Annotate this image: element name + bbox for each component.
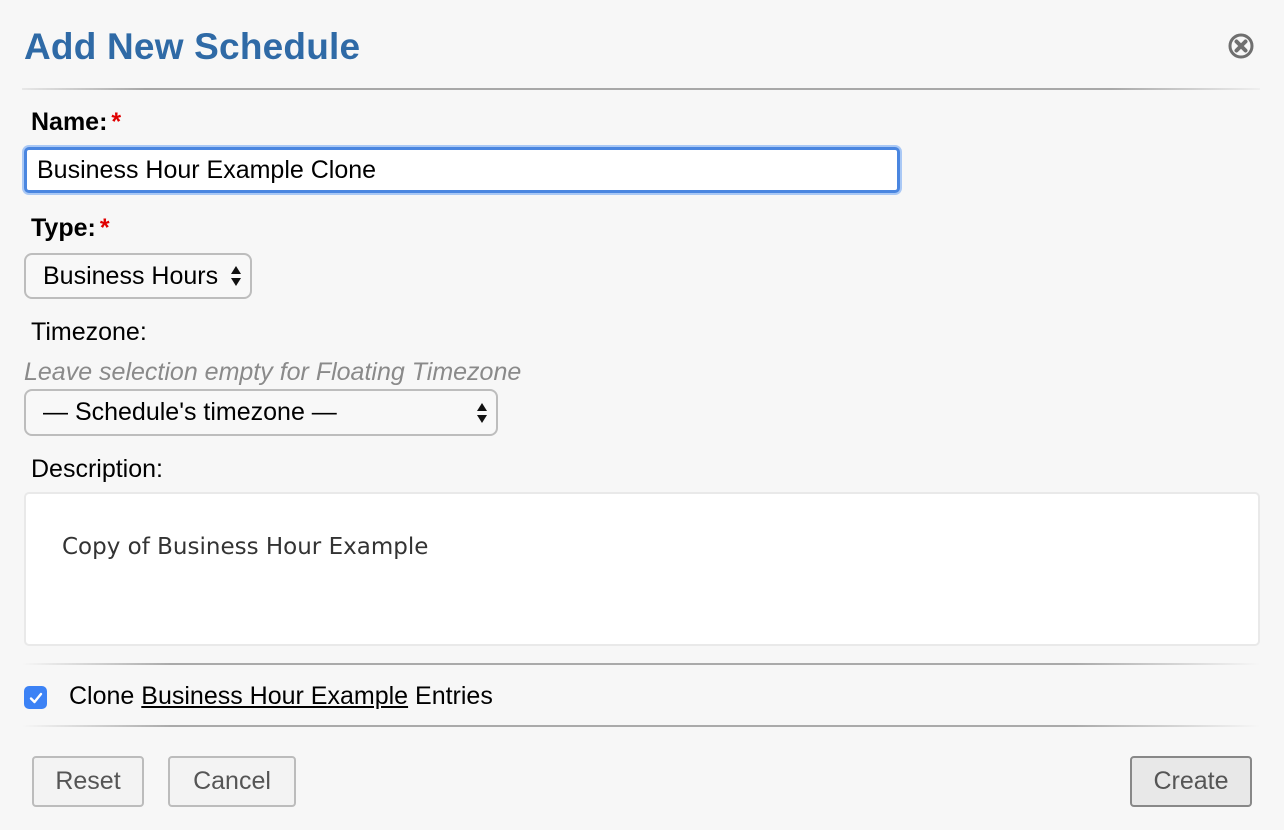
type-select[interactable]: Business Hours (24, 253, 252, 299)
required-marker: * (111, 108, 122, 136)
clone-prefix: Clone (69, 682, 135, 710)
header-divider (22, 88, 1260, 90)
timezone-hint: Leave selection empty for Floating Timez… (24, 358, 522, 386)
timezone-select-value: — Schedule's timezone — (43, 398, 337, 426)
create-button[interactable]: Create (1130, 756, 1252, 807)
description-textarea[interactable]: Copy of Business Hour Example (24, 492, 1260, 646)
select-arrows-icon (231, 266, 241, 286)
required-marker: * (99, 214, 110, 242)
timezone-label: Timezone: (31, 318, 147, 346)
type-select-value: Business Hours (43, 261, 219, 290)
reset-button[interactable]: Reset (32, 756, 144, 807)
clone-entries-label: Clone Business Hour Example Entries (69, 682, 493, 711)
name-input[interactable] (24, 147, 900, 193)
close-circle-icon (1228, 33, 1254, 59)
dialog-title: Add New Schedule (24, 26, 361, 67)
divider (22, 663, 1260, 665)
select-arrows-icon (477, 402, 487, 423)
type-label-text: Type: (31, 214, 96, 242)
checkmark-icon (29, 692, 42, 703)
source-schedule-link[interactable]: Business Hour Example (141, 682, 408, 710)
divider (22, 725, 1260, 727)
close-button[interactable] (1228, 33, 1254, 59)
clone-entries-checkbox[interactable] (24, 686, 47, 709)
timezone-select[interactable]: — Schedule's timezone — (24, 389, 498, 436)
name-label-text: Name: (31, 108, 108, 136)
description-label: Description: (31, 455, 163, 483)
clone-suffix: Entries (415, 682, 493, 710)
cancel-button[interactable]: Cancel (168, 756, 296, 807)
type-label: Type: * (31, 214, 110, 243)
name-label: Name: * (31, 108, 121, 137)
